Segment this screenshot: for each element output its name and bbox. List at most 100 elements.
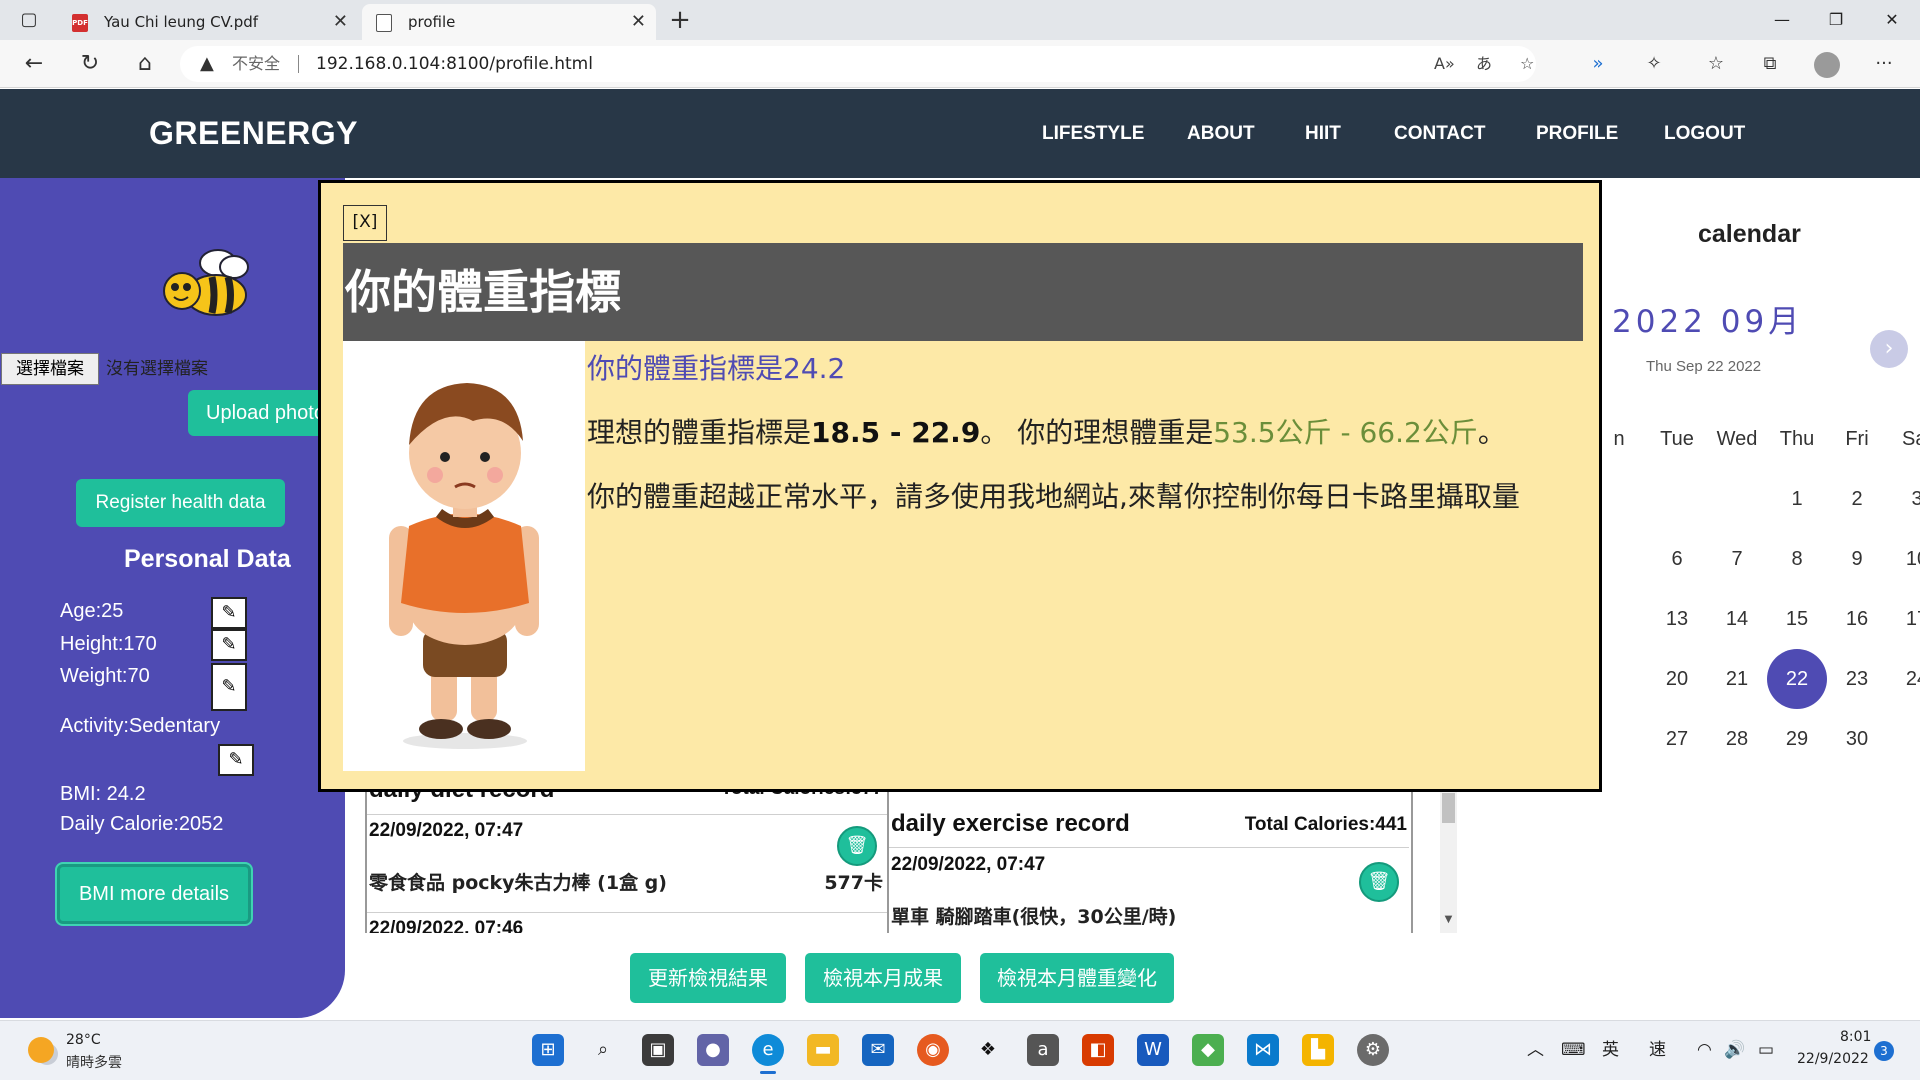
firefox-icon[interactable]: ◉	[917, 1034, 949, 1066]
wifi-icon[interactable]: ◠	[1697, 1020, 1712, 1080]
new-tab-button[interactable]: +	[664, 4, 696, 36]
clock-date[interactable]: 22/9/2022	[1797, 1051, 1869, 1067]
colorful-app-icon[interactable]: ◆	[1192, 1034, 1224, 1066]
amazon-icon[interactable]: a	[1027, 1034, 1059, 1066]
dropbox-icon[interactable]: ❖	[972, 1034, 1004, 1066]
task-view-icon[interactable]: ▣	[642, 1034, 674, 1066]
edit-height-icon[interactable]: ✎	[211, 629, 247, 661]
teams-chat-icon[interactable]: ●	[697, 1034, 729, 1066]
calendar-day[interactable]: 16	[1827, 589, 1887, 649]
back-button[interactable]: ←	[18, 48, 50, 80]
weather-temperature[interactable]: 28°C	[66, 1032, 101, 1048]
calendar-day[interactable]: 9	[1827, 529, 1887, 589]
minimize-button[interactable]: —	[1754, 0, 1810, 40]
url-text[interactable]: 192.168.0.104:8100/profile.html	[316, 46, 593, 82]
calendar-day[interactable]: 13	[1647, 589, 1707, 649]
aloud-icon[interactable]: »	[1582, 48, 1614, 80]
nav-contact[interactable]: CONTACT	[1394, 89, 1485, 178]
view-monthly-results-button[interactable]: 檢視本月成果	[805, 953, 961, 1003]
close-tab-icon[interactable]: ✕	[631, 4, 646, 40]
word-icon[interactable]: W	[1137, 1034, 1169, 1066]
notification-badge[interactable]: 3	[1874, 1041, 1894, 1061]
office-icon[interactable]: ◧	[1082, 1034, 1114, 1066]
maximize-button[interactable]: ❐	[1808, 0, 1864, 40]
calendar-day[interactable]: 6	[1647, 529, 1707, 589]
records-scroll-thumb[interactable]	[1442, 793, 1455, 823]
edge-browser-icon[interactable]: e	[752, 1034, 784, 1066]
more-menu-icon[interactable]: ···	[1868, 48, 1900, 80]
app-icon[interactable]: ▙	[1302, 1034, 1334, 1066]
calendar-day[interactable]: 30	[1827, 709, 1887, 769]
volume-icon[interactable]: 🔊	[1724, 1020, 1745, 1080]
file-explorer-icon[interactable]: ▬	[807, 1034, 839, 1066]
close-modal-button[interactable]: [X]	[343, 205, 387, 241]
calendar-current-date: Thu Sep 22 2022	[1646, 358, 1762, 375]
register-health-data-button[interactable]: Register health data	[76, 479, 285, 527]
weather-icon[interactable]	[28, 1037, 54, 1063]
site-logo[interactable]: GREENERGY	[149, 89, 358, 178]
next-month-button[interactable]: ›	[1870, 330, 1908, 368]
keyboard-icon[interactable]: ⌨	[1561, 1020, 1586, 1080]
reload-button[interactable]: ↻	[74, 48, 106, 80]
calendar-day[interactable]: 28	[1707, 709, 1767, 769]
start-menu-icon[interactable]: ⊞	[532, 1034, 564, 1066]
diet-record-column: daily diet record Total Calories:577 22/…	[365, 780, 889, 933]
weather-description[interactable]: 晴時多雲	[66, 1052, 122, 1072]
diet-entry-item: 零食食品 pocky朱古力棒 (1盒 g)	[369, 872, 667, 894]
mail-icon[interactable]: ✉	[862, 1034, 894, 1066]
calendar-day[interactable]: 21	[1707, 649, 1767, 709]
calendar-day[interactable]: 29	[1767, 709, 1827, 769]
delete-exercise-entry-icon[interactable]: 🗑	[1359, 862, 1399, 902]
vscode-icon[interactable]: ⋈	[1247, 1034, 1279, 1066]
translate-icon[interactable]: あ	[1476, 46, 1492, 82]
choose-file-button[interactable]: 選擇檔案	[1, 353, 99, 385]
clock-time[interactable]: 8:01	[1840, 1029, 1871, 1045]
edit-age-icon[interactable]: ✎	[211, 597, 247, 629]
ime-language-indicator[interactable]: 英	[1602, 1020, 1619, 1080]
bmi-more-details-button[interactable]: BMI more details	[57, 864, 251, 924]
refresh-results-button[interactable]: 更新檢視結果	[630, 953, 786, 1003]
browser-tab-pdf[interactable]: PDF Yau Chi leung CV.pdf ✕	[58, 4, 358, 40]
calendar-day[interactable]: 8	[1767, 529, 1827, 589]
warning-icon[interactable]: ▲	[200, 46, 214, 82]
close-window-button[interactable]: ✕	[1864, 0, 1920, 40]
calendar-day-today[interactable]: 22	[1767, 649, 1827, 709]
battery-icon[interactable]: ▭	[1758, 1020, 1774, 1080]
close-tab-icon[interactable]: ✕	[333, 4, 348, 40]
browser-tab-profile[interactable]: profile ✕	[362, 4, 656, 40]
url-input[interactable]: ▲ 不安全 192.168.0.104:8100/profile.html A»…	[180, 46, 1536, 82]
calendar-day[interactable]: 23	[1827, 649, 1887, 709]
calendar-day[interactable]: 7	[1707, 529, 1767, 589]
tab-actions-icon[interactable]: ▢	[14, 8, 44, 32]
home-button[interactable]: ⌂	[129, 48, 161, 80]
edit-activity-icon[interactable]: ✎	[218, 744, 254, 776]
extensions-icon[interactable]: ✧	[1638, 48, 1670, 80]
calendar-day[interactable]: 27	[1647, 709, 1707, 769]
search-icon[interactable]: ⌕	[587, 1034, 619, 1066]
ime-mode-indicator[interactable]: 速	[1649, 1020, 1666, 1080]
nav-profile[interactable]: PROFILE	[1536, 89, 1618, 178]
tray-chevron-icon[interactable]: ︿	[1527, 1020, 1544, 1080]
scroll-down-icon[interactable]: ▼	[1440, 912, 1457, 928]
nav-lifestyle[interactable]: LIFESTYLE	[1042, 89, 1144, 178]
calendar-day[interactable]: 14	[1707, 589, 1767, 649]
calendar-day[interactable]: 1	[1767, 469, 1827, 529]
delete-diet-entry-icon[interactable]: 🗑	[837, 826, 877, 866]
weekday-label: Sat	[1901, 428, 1920, 450]
age-value: Age:25	[60, 600, 124, 622]
favorite-star-icon[interactable]: ☆	[1520, 46, 1534, 82]
read-aloud-icon[interactable]: A»	[1434, 46, 1455, 82]
settings-gear-icon[interactable]: ⚙	[1357, 1034, 1389, 1066]
calendar-day[interactable]: 15	[1767, 589, 1827, 649]
edit-weight-icon[interactable]: ✎	[211, 663, 247, 711]
insecure-label[interactable]: 不安全	[232, 46, 280, 82]
nav-about[interactable]: ABOUT	[1187, 89, 1255, 178]
nav-logout[interactable]: LOGOUT	[1664, 89, 1745, 178]
nav-hiit[interactable]: HIIT	[1305, 89, 1341, 178]
collections-icon[interactable]: ⧉	[1754, 48, 1786, 80]
calendar-day[interactable]: 20	[1647, 649, 1707, 709]
favorites-icon[interactable]: ☆	[1700, 48, 1732, 80]
profile-avatar[interactable]	[1814, 52, 1840, 78]
calendar-day[interactable]: 2	[1827, 469, 1887, 529]
view-monthly-weight-button[interactable]: 檢視本月體重變化	[980, 953, 1174, 1003]
